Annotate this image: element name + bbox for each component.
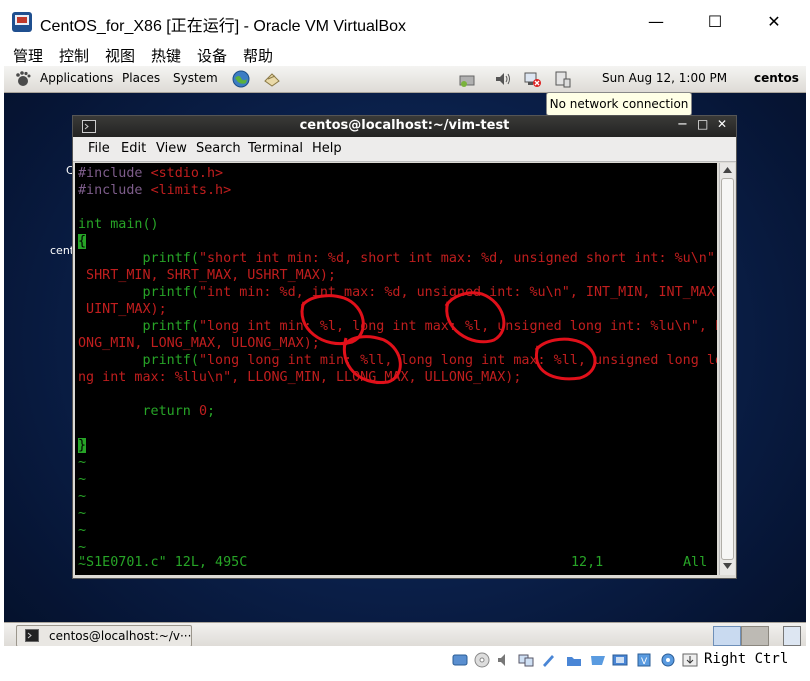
menu-help[interactable]: 帮助 — [243, 45, 273, 66]
mouse-integration-icon[interactable] — [660, 652, 676, 668]
optical-drive-icon[interactable] — [474, 652, 490, 668]
menu-hotkey[interactable]: 热键 — [151, 45, 181, 66]
close-button[interactable]: ✕ — [756, 8, 792, 36]
annotation-circle — [534, 337, 597, 381]
audio-icon[interactable] — [496, 652, 512, 668]
cpu-icon[interactable]: V — [636, 652, 652, 668]
guest-desktop: Applications Places System Sun Aug 12, 1… — [4, 66, 806, 676]
annotation-circle — [444, 291, 506, 344]
terminal-icon — [25, 629, 39, 642]
hard-disk-icon[interactable] — [452, 652, 468, 668]
keyboard-capture-icon[interactable] — [682, 652, 698, 668]
minimize-button[interactable]: — — [638, 8, 674, 36]
menu-devices[interactable]: 设备 — [197, 45, 227, 66]
window-title: CentOS_for_X86 [正在运行] - Oracle VM Virtua… — [40, 18, 407, 35]
gnome-bottom-panel: centos@localhost:~/v··· — [4, 622, 806, 649]
menu-view[interactable]: 视图 — [105, 45, 135, 66]
recording-icon[interactable] — [612, 652, 628, 668]
vbox-title-bar: CentOS_for_X86 [正在运行] - Oracle VM Virtua… — [0, 0, 810, 44]
menu-control[interactable]: 控制 — [59, 45, 89, 66]
usb-icon[interactable] — [540, 652, 556, 668]
network-adapter-icon[interactable] — [518, 652, 534, 668]
virtualbox-logo-icon — [12, 12, 32, 32]
shared-folders-icon[interactable] — [566, 652, 582, 668]
maximize-button[interactable]: ☐ — [697, 8, 733, 36]
host-key-label: Right Ctrl — [704, 651, 789, 667]
annotation-circle — [342, 335, 402, 384]
annotation-circle — [300, 294, 365, 346]
red-annotation-circles — [300, 291, 597, 384]
display-icon[interactable] — [590, 652, 606, 668]
taskbar-terminal-label: centos@localhost:~/v··· — [49, 629, 192, 643]
workspace-2[interactable] — [741, 626, 769, 646]
workspace-1[interactable] — [713, 626, 741, 646]
trash-icon[interactable] — [783, 626, 801, 646]
svg-text:V: V — [641, 657, 648, 667]
taskbar-terminal-button[interactable]: centos@localhost:~/v··· — [16, 625, 192, 647]
menu-manage[interactable]: 管理 — [13, 45, 43, 66]
